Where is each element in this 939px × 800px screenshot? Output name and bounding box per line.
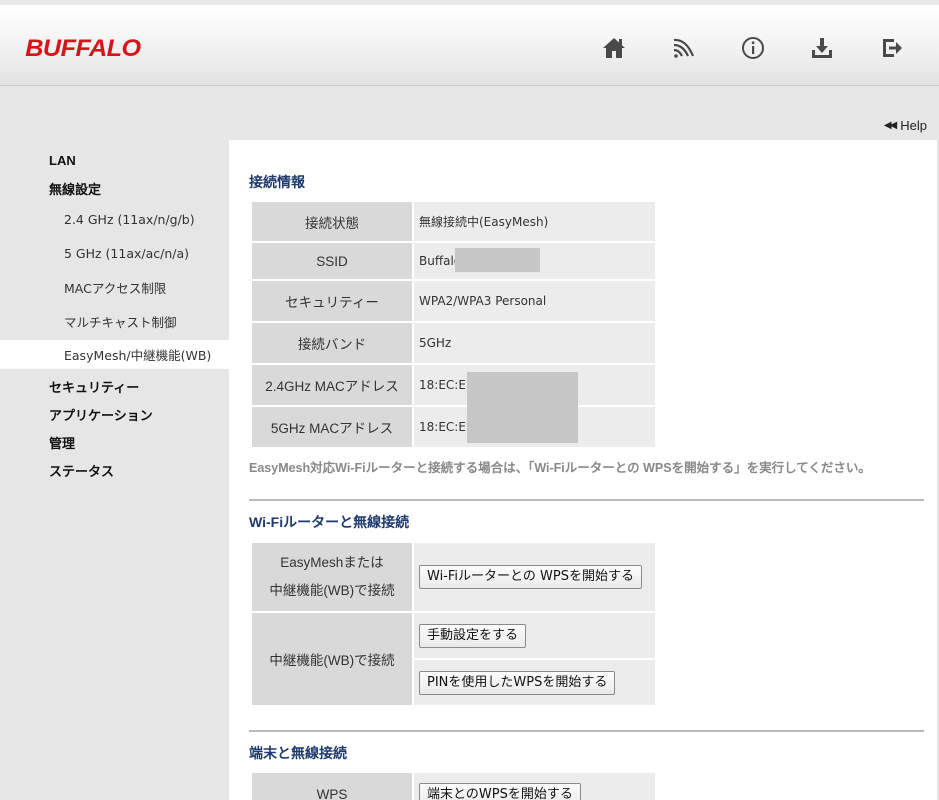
row-value: 無線接続中(EasyMesh) [412, 200, 657, 243]
row-label: SSID [250, 241, 414, 281]
sidebar-item-5ghz[interactable]: 5 GHz (11ax/ac/n/a) [0, 238, 229, 268]
section-divider [249, 730, 924, 732]
row-label: セキュリティー [250, 279, 414, 323]
row-label: 5GHz MACアドレス [250, 405, 414, 449]
sidebar-item-multicast[interactable]: マルチキャスト制御 [0, 306, 229, 336]
table-row: 5GHz MACアドレス 18:EC:E7 [250, 405, 657, 449]
ssid-redaction [455, 248, 540, 272]
row-label: 接続状態 [250, 200, 414, 243]
row-label: EasyMeshまたは 中継機能(WB)で接続 [250, 541, 414, 613]
sidebar-item-wireless-settings[interactable]: 無線設定 [0, 173, 229, 203]
connection-info-table: 接続状態 無線接続中(EasyMesh) SSID Buffalo- セキュリテ… [250, 200, 657, 449]
download-icon[interactable] [808, 34, 836, 62]
help-label: Help [900, 118, 927, 133]
router-connect-title: Wi-Fiルーターと無線接続 [249, 514, 410, 530]
row-value: Wi-Fiルーターとの WPSを開始する [412, 541, 657, 613]
start-device-wps-button[interactable]: 端末とのWPSを開始する [419, 783, 581, 800]
sidebar-item-security[interactable]: セキュリティー [0, 371, 229, 401]
easymesh-note: EasyMesh対応Wi-Fiルーターと接続する場合は、「Wi-Fiルーターとの… [249, 461, 871, 475]
section-divider [249, 499, 924, 501]
row-value: 手動設定をする [412, 611, 657, 660]
connection-info-title: 接続情報 [249, 174, 305, 190]
table-row: 接続状態 無線接続中(EasyMesh) [250, 200, 657, 243]
table-row: セキュリティー WPA2/WPA3 Personal [250, 279, 657, 323]
row-value: 端末とのWPSを開始する [412, 771, 657, 800]
device-connect-title: 端末と無線接続 [249, 745, 347, 761]
router-connect-table: EasyMeshまたは 中継機能(WB)で接続 Wi-Fiルーターとの WPSを… [250, 541, 657, 707]
device-connect-table: WPS 端末とのWPSを開始する [250, 771, 657, 800]
logout-icon[interactable] [878, 34, 906, 62]
table-row: WPS 端末とのWPSを開始する [250, 771, 657, 800]
start-pin-wps-button[interactable]: PINを使用したWPSを開始する [419, 670, 616, 695]
sidebar-item-status[interactable]: ステータス [0, 455, 229, 485]
sidebar-item-easymesh[interactable]: EasyMesh/中継機能(WB) [0, 340, 229, 369]
info-icon[interactable] [739, 34, 767, 62]
collapse-arrows-icon: ◀◀ [883, 120, 897, 131]
table-row: 中継機能(WB)で接続 手動設定をする [250, 611, 657, 707]
row-value: PINを使用したWPSを開始する [412, 658, 657, 707]
top-header: BUFFALO [0, 0, 939, 86]
table-row: SSID Buffalo- [250, 241, 657, 281]
row-label: 2.4GHz MACアドレス [250, 363, 414, 407]
row-label-line: EasyMeshまたは [280, 555, 384, 570]
home-icon[interactable] [600, 34, 628, 62]
help-toggle[interactable]: ◀◀ Help [884, 118, 927, 133]
mac-redaction [467, 372, 578, 443]
main-content: 接続情報 接続状態 無線接続中(EasyMesh) SSID Buffalo- … [229, 140, 939, 800]
manual-setup-button[interactable]: 手動設定をする [419, 623, 527, 648]
start-router-wps-button[interactable]: Wi-Fiルーターとの WPSを開始する [419, 565, 642, 589]
wireless-icon[interactable] [670, 34, 698, 62]
row-label-line: 中継機能(WB)で接続 [269, 583, 395, 598]
buffalo-logo[interactable]: BUFFALO [25, 35, 141, 63]
sidebar-item-admin[interactable]: 管理 [0, 427, 229, 457]
row-value: WPA2/WPA3 Personal [412, 279, 657, 323]
table-row: 2.4GHz MACアドレス 18:EC:E7 [250, 363, 657, 407]
sidebar-item-applications[interactable]: アプリケーション [0, 399, 229, 429]
table-row: 接続バンド 5GHz [250, 321, 657, 365]
row-label: 中継機能(WB)で接続 [250, 611, 414, 707]
row-value: 5GHz [412, 321, 657, 365]
sidebar-item-mac-access[interactable]: MACアクセス制限 [0, 272, 229, 302]
sidebar-item-24ghz[interactable]: 2.4 GHz (11ax/n/g/b) [0, 204, 229, 234]
row-label: WPS [250, 771, 414, 800]
sidebar-item-lan[interactable]: LAN [0, 145, 229, 175]
table-row: EasyMeshまたは 中継機能(WB)で接続 Wi-Fiルーターとの WPSを… [250, 541, 657, 613]
row-label: 接続バンド [250, 321, 414, 365]
